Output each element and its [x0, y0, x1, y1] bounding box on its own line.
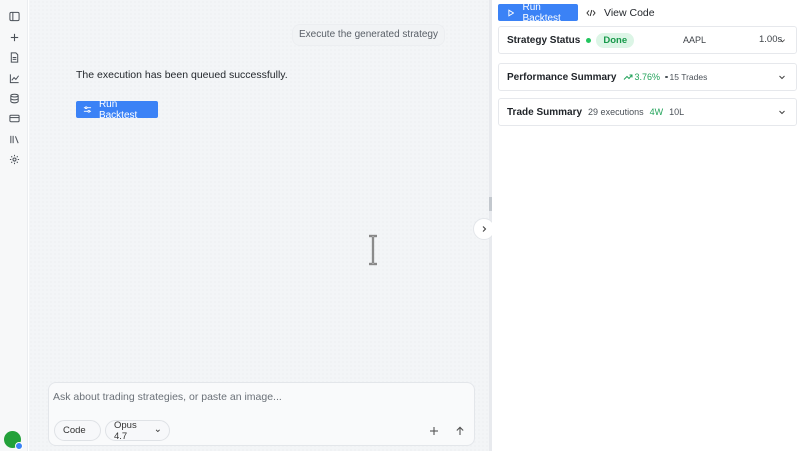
presence-indicator [15, 442, 23, 450]
trade-summary-title: Trade Summary [507, 106, 583, 118]
database-icon[interactable] [7, 91, 21, 105]
run-backtest-button-chat[interactable]: Run Backtest [76, 98, 158, 121]
run-backtest-label: Run Backtest [522, 1, 561, 24]
chat-area: Execute the generated strategy The execu… [29, 0, 489, 451]
run-backtest-button[interactable]: Run Backtest [498, 1, 578, 24]
performance-summary-title: Performance Summary [507, 71, 617, 83]
model-selector[interactable]: Opus 4.7 [105, 419, 170, 442]
ticker-symbol: AAPL [683, 35, 707, 45]
results-panel: Run Backtest View Code Strategy Status D… [492, 0, 800, 451]
sliders-icon [83, 106, 92, 113]
chart-icon[interactable] [7, 71, 21, 85]
mode-label: Code [63, 425, 86, 436]
view-code-button[interactable]: View Code [586, 4, 655, 21]
run-backtest-label: Run Backtest [98, 98, 138, 121]
chevron-down-icon[interactable] [779, 37, 786, 44]
document-icon[interactable] [7, 50, 21, 64]
executions-count: 29 executions [588, 107, 644, 117]
trend-up-icon [623, 74, 632, 80]
chevron-right-icon [482, 226, 487, 232]
wins-count: 4W [649, 107, 664, 117]
text-cursor-icon [369, 234, 377, 266]
settings-icon[interactable] [7, 152, 21, 166]
trade-summary-card[interactable]: Trade Summary 29 executions 4W 10L [498, 98, 797, 126]
chat-input[interactable] [53, 391, 433, 403]
losses-count: 10L [669, 107, 685, 117]
model-label: Opus 4.7 [114, 419, 137, 442]
library-icon[interactable] [7, 132, 21, 146]
chevron-down-icon [156, 429, 161, 433]
left-sidebar [0, 0, 28, 451]
view-code-label: View Code [604, 6, 655, 19]
trades-count: 15 Trades [669, 72, 708, 82]
performance-summary-card[interactable]: Performance Summary 3.76% 15 Trades [498, 63, 797, 91]
arrow-up-icon [456, 426, 464, 435]
status-badge: Done [596, 32, 635, 48]
chevron-down-icon[interactable] [778, 108, 786, 116]
strategy-status-title: Strategy Status [507, 34, 581, 46]
code-icon [586, 9, 596, 16]
plus-icon [430, 427, 438, 435]
send-button[interactable] [453, 424, 467, 438]
mode-selector[interactable]: Code [54, 420, 101, 441]
assistant-message: The execution has been queued successful… [76, 69, 288, 81]
status-dot [586, 37, 592, 43]
new-chat-icon[interactable] [7, 30, 21, 44]
sidebar-toggle-icon[interactable] [7, 9, 21, 23]
separator-dot [665, 75, 668, 79]
avatar[interactable] [4, 431, 23, 450]
return-value: 3.76% [634, 72, 661, 82]
card-icon[interactable] [7, 111, 21, 125]
play-icon [508, 8, 515, 17]
chevron-down-icon[interactable] [778, 73, 786, 81]
attach-button[interactable] [427, 424, 441, 438]
chat-composer: Code Opus 4.7 [48, 382, 475, 446]
user-message: Execute the generated strategy [292, 24, 445, 46]
strategy-status-card: Strategy Status Done AAPL 1.00s [498, 26, 797, 54]
